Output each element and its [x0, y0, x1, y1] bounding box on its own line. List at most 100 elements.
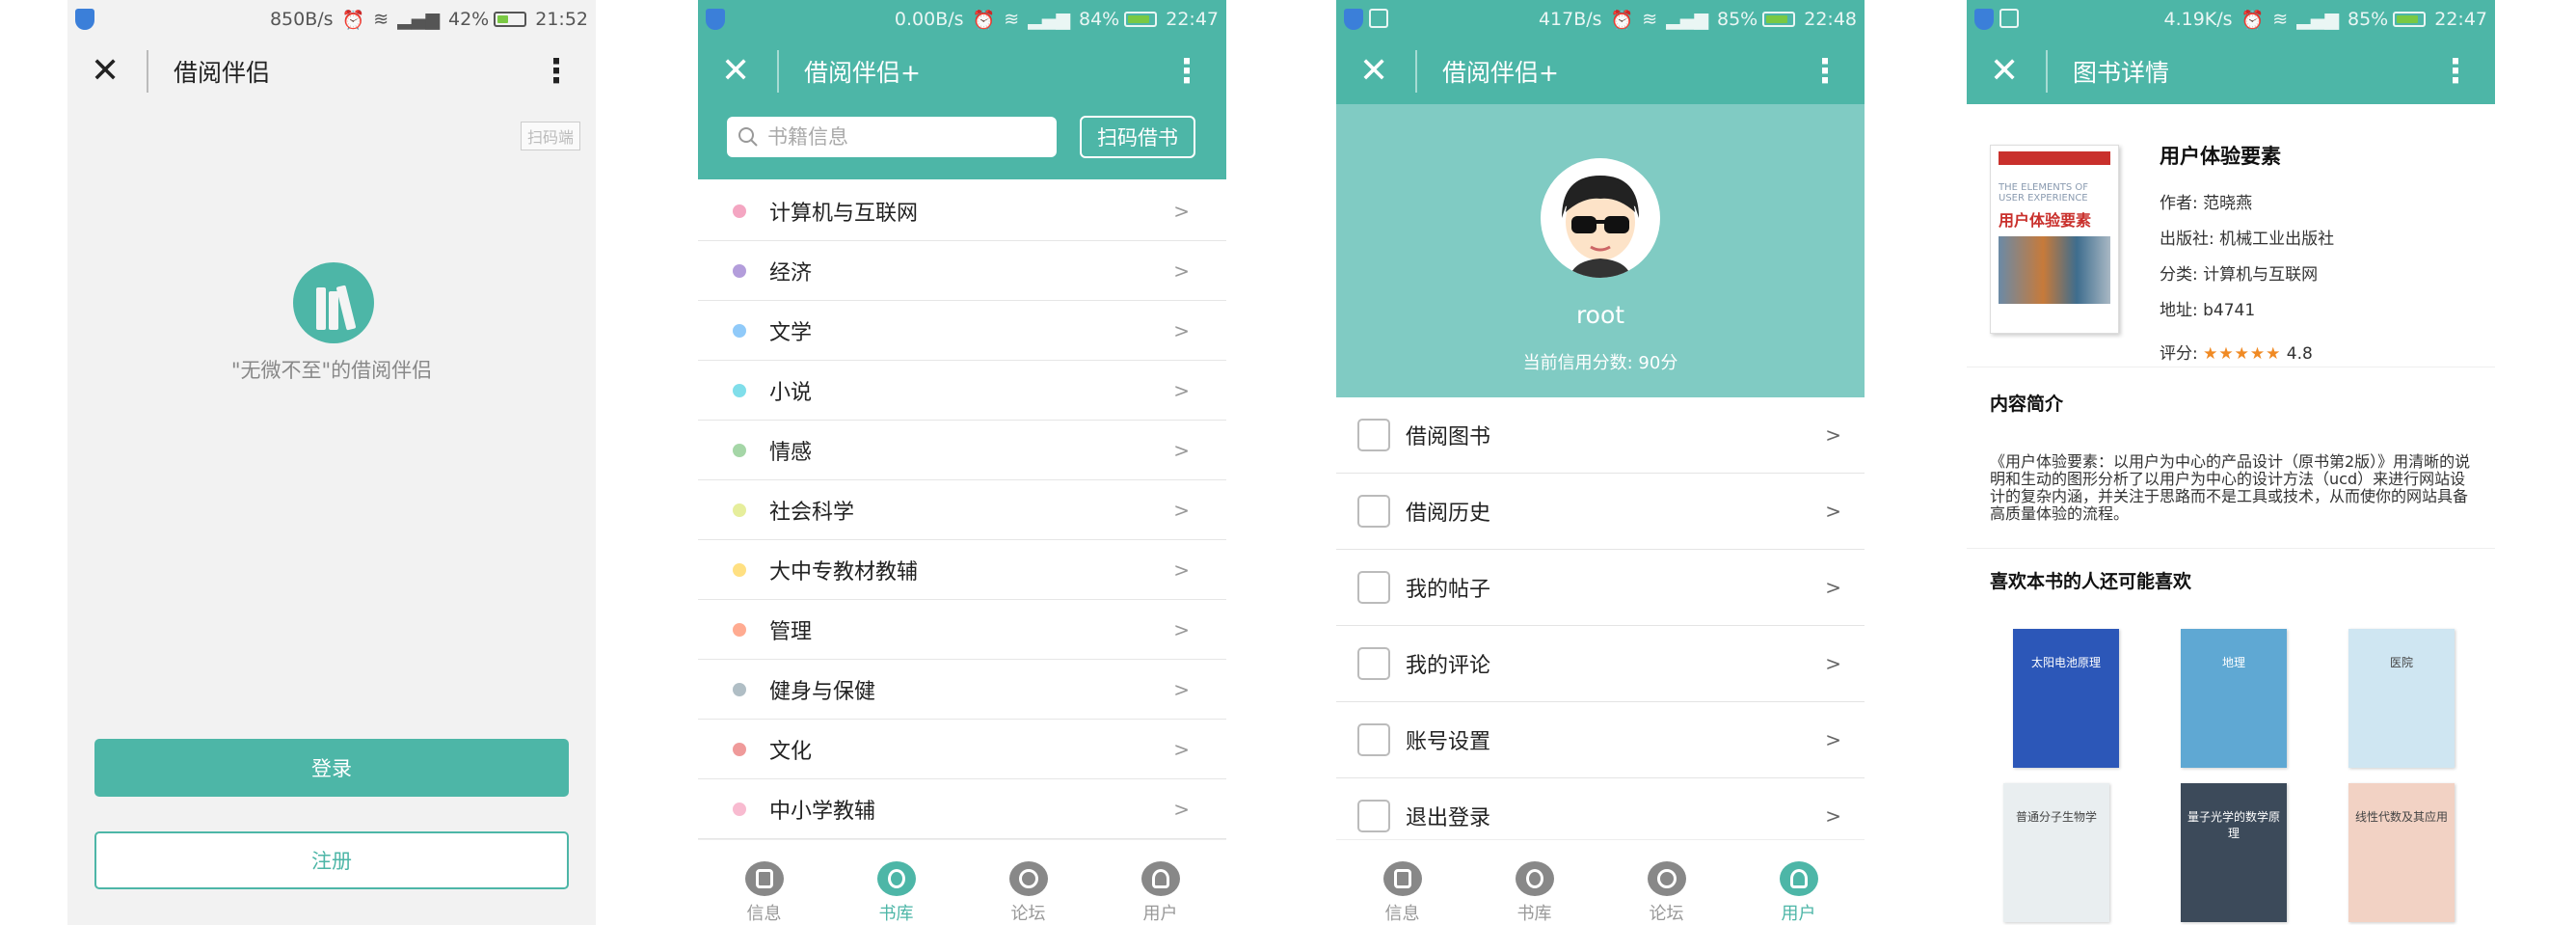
category-item[interactable]: 文化 > — [698, 720, 1226, 779]
tab-label: 书库 — [1516, 904, 1552, 924]
gear-icon — [1357, 723, 1390, 756]
chevron-right-icon: > — [1173, 737, 1190, 761]
chevron-right-icon: > — [1173, 318, 1190, 342]
book-info: 用户体验要素 作者: 范晓燕 出版社: 机械工业出版社 分类: 计算机与互联网 … — [2160, 141, 2334, 375]
close-icon[interactable]: ✕ — [721, 54, 756, 89]
search-input[interactable] — [767, 125, 1047, 149]
category-item[interactable]: 文学 > — [698, 301, 1226, 361]
scan-mode-badge[interactable]: 扫码端 — [520, 122, 580, 150]
recommended-book-cover[interactable]: 太阳电池原理 — [2013, 629, 2119, 768]
tab-forum[interactable]: 论坛 — [962, 840, 1094, 925]
tab-label: 用户 — [1142, 904, 1178, 924]
menu-item[interactable]: 借阅历史 > — [1336, 474, 1865, 550]
username: root — [1575, 301, 1625, 329]
tab-user[interactable]: 用户 — [1732, 840, 1865, 925]
book-publisher: 出版社: 机械工业出版社 — [2160, 230, 2335, 249]
chevron-right-icon: > — [1825, 804, 1841, 828]
book-cover[interactable]: THE ELEMENTS OF USER EXPERIENCE 用户体验要素 — [1990, 145, 2119, 334]
category-dot-icon — [733, 443, 746, 457]
menu-item[interactable]: 我的帖子 > — [1336, 550, 1865, 626]
more-icon[interactable]: ⋮ — [2439, 55, 2472, 88]
menu-label: 借阅图书 — [1406, 425, 1491, 449]
clock: 22:47 — [1166, 9, 1219, 30]
user-icon — [1779, 861, 1818, 896]
divider — [777, 50, 779, 93]
category-item[interactable]: 经济 > — [698, 241, 1226, 301]
eye-icon — [1357, 495, 1390, 528]
close-icon[interactable]: ✕ — [1359, 54, 1394, 89]
scan-borrow-button[interactable]: 扫码借书 — [1080, 116, 1195, 158]
category-item[interactable]: 中小学教辅 > — [698, 779, 1226, 839]
recommended-book-cover[interactable]: 普通分子生物学 — [2003, 783, 2109, 922]
chevron-right-icon: > — [1825, 576, 1841, 599]
image-icon — [1369, 9, 1388, 28]
category-dot-icon — [733, 503, 746, 517]
category-item[interactable]: 管理 > — [698, 600, 1226, 660]
tab-forum[interactable]: 论坛 — [1600, 840, 1732, 925]
chevron-right-icon: > — [1173, 558, 1190, 582]
chevron-right-icon: > — [1173, 617, 1190, 641]
category-dot-icon — [733, 742, 746, 756]
category-item[interactable]: 健身与保健 > — [698, 660, 1226, 720]
tab-library[interactable]: 书库 — [1468, 840, 1600, 925]
tab-user[interactable]: 用户 — [1094, 840, 1226, 925]
divider — [2046, 50, 2048, 93]
cartoon-avatar-icon — [1562, 176, 1639, 278]
tab-info[interactable]: 信息 — [1336, 840, 1468, 925]
menu-item[interactable]: 我的评论 > — [1336, 626, 1865, 702]
category-label: 计算机与互联网 — [769, 201, 919, 226]
category-item[interactable]: 计算机与互联网 > — [698, 181, 1226, 241]
menu-label: 退出登录 — [1406, 806, 1491, 830]
category-item[interactable]: 情感 > — [698, 421, 1226, 480]
category-dot-icon — [733, 682, 746, 696]
register-button[interactable]: 注册 — [94, 831, 569, 889]
rating-value: 4.8 — [2286, 344, 2313, 364]
info-book-icon — [744, 861, 784, 896]
close-icon[interactable]: ✕ — [1990, 54, 2025, 89]
tab-library[interactable]: 书库 — [830, 840, 962, 925]
category-label: 小说 — [769, 380, 813, 405]
recommended-book-cover[interactable]: 量子光学的数学原理 — [2181, 783, 2287, 922]
shield-icon — [706, 9, 725, 30]
category-item[interactable]: 小说 > — [698, 361, 1226, 421]
tab-label: 信息 — [1384, 904, 1420, 924]
recommended-book-cover[interactable]: 医院 — [2348, 629, 2455, 768]
recommended-book-cover[interactable]: 线性代数及其应用 — [2348, 783, 2455, 922]
book-rating-row: 评分: ★★★★★ 4.8 — [2160, 340, 2334, 364]
page-title: 借阅伴侣+ — [804, 59, 921, 87]
wifi-icon: ≋ — [1004, 9, 1020, 30]
avatar[interactable] — [1541, 158, 1660, 278]
tab-info[interactable]: 信息 — [698, 840, 830, 925]
category-item[interactable]: 大中专教材教辅 > — [698, 540, 1226, 600]
profile-panel: root 当前信用分数: 90分 — [1336, 104, 1865, 397]
close-icon[interactable]: ✕ — [91, 54, 125, 89]
page-title: 借阅伴侣 — [174, 59, 271, 87]
category-dot-icon — [733, 263, 746, 278]
wifi-icon: ≋ — [1642, 9, 1658, 30]
recommended-book-title: 医院 — [2389, 656, 2413, 669]
menu-item[interactable]: 账号设置 > — [1336, 702, 1865, 778]
more-icon[interactable]: ⋮ — [1170, 55, 1203, 88]
more-icon[interactable]: ⋮ — [1809, 55, 1841, 88]
login-button[interactable]: 登录 — [94, 739, 569, 797]
more-icon[interactable]: ⋮ — [540, 55, 573, 88]
user-icon — [1140, 861, 1180, 896]
bottom-tab-bar: 信息 书库 论坛 用户 — [1336, 839, 1865, 925]
chevron-right-icon: > — [1825, 728, 1841, 751]
clock: 22:47 — [2434, 9, 2487, 30]
menu-label: 我的评论 — [1406, 654, 1491, 678]
bottom-tab-bar: 信息 书库 论坛 用户 — [698, 839, 1226, 925]
wifi-icon: ≋ — [373, 9, 389, 30]
intro-heading: 内容简介 — [1990, 394, 2064, 415]
app-header: ✕ 图书详情 ⋮ — [1967, 39, 2495, 104]
slogan: "无微不至"的借阅伴侣 — [230, 359, 433, 382]
net-speed: 4.19K/s — [2163, 9, 2233, 30]
battery-icon — [1762, 12, 1796, 27]
recommended-book-cover[interactable]: 地理 — [2181, 629, 2287, 768]
menu-item[interactable]: 借阅图书 > — [1336, 397, 1865, 474]
menu-label: 借阅历史 — [1406, 502, 1491, 526]
recommended-book-title: 普通分子生物学 — [2015, 810, 2097, 824]
alarm-icon: ⏰ — [1610, 9, 1634, 31]
category-item[interactable]: 社会科学 > — [698, 480, 1226, 540]
category-label: 经济 — [769, 260, 813, 286]
